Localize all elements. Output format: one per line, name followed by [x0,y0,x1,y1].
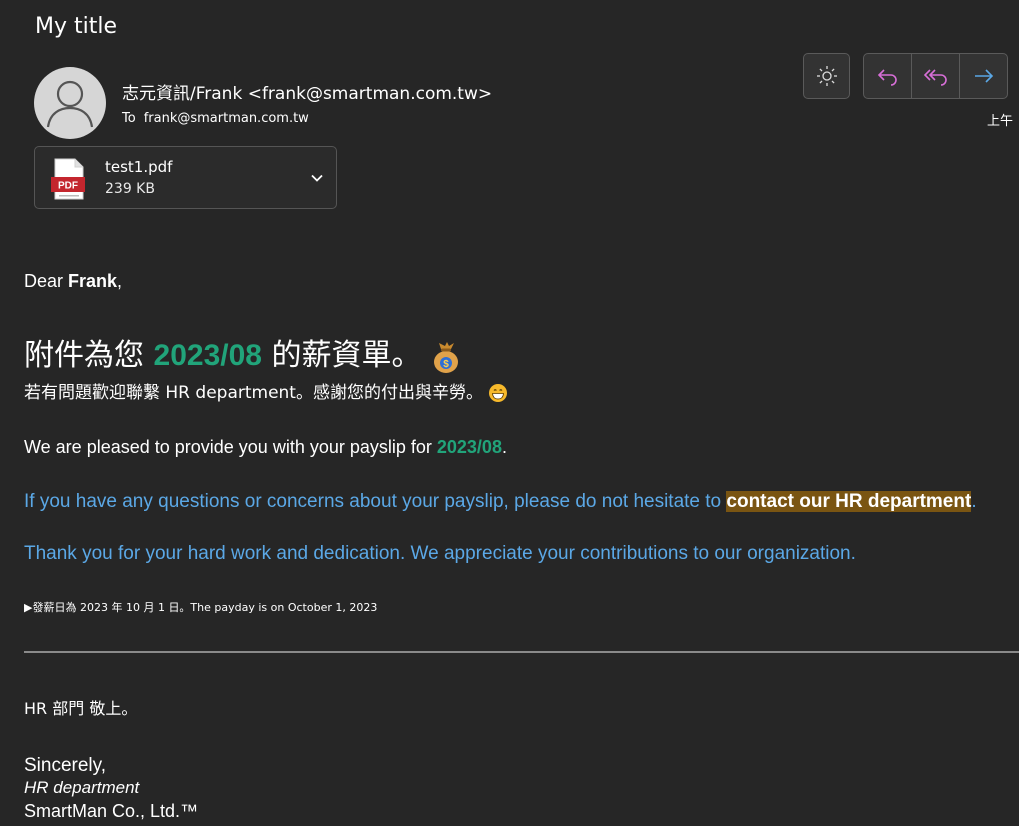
reply-button-group [863,53,1008,99]
chevron-down-icon[interactable] [310,171,324,185]
payslip-sentence-suffix: . [501,437,507,457]
grinning-face-icon [489,384,508,402]
hr-signoff-zh: HR 部門 敬上。 [24,699,138,718]
recipient-line: To frank@smartman.com.tw [122,111,309,126]
contact-paragraph: If you have any questions or concerns ab… [24,489,1009,515]
greeting-prefix: Dear [24,271,69,291]
payslip-sentence: We are pleased to provide you with your … [24,437,507,458]
headline-suffix: 的薪資單。 [262,338,422,373]
to-label: To [122,111,136,126]
money-bag-icon: $ [434,342,459,373]
contact-text: If you have any questions or concerns ab… [24,491,727,512]
divider [24,651,1019,653]
avatar[interactable] [34,67,106,139]
payday-text: 發薪日為 2023 年 10 月 1 日。The payday is on Oc… [32,601,378,614]
pdf-badge: PDF [58,181,78,192]
signature-department: HR department [24,778,140,797]
reply-all-icon [923,69,947,86]
forward-button[interactable] [960,54,1007,98]
forward-icon [974,69,993,83]
payslip-sentence-prefix: We are pleased to provide you with your … [24,437,437,457]
chinese-note-text: 若有問題歡迎聯繫 HR department。感謝您的付出與辛勞。 [24,383,483,403]
payslip-headline: 附件為您 2023/08 的薪資單。 $ [24,330,461,374]
greeting: Dear Frank, [24,271,122,292]
sun-icon [816,66,837,86]
person-icon [46,80,94,128]
contact-hr-link[interactable]: contact our HR department [726,491,972,512]
payday-note: ▶發薪日為 2023 年 10 月 1 日。The payday is on O… [24,599,377,615]
theme-toggle-button[interactable] [803,53,850,99]
payslip-period: 2023/08 [436,437,502,457]
window-title: My title [35,14,118,39]
chinese-note: 若有問題歡迎聯繫 HR department。感謝您的付出與辛勞。 [24,378,508,403]
attachment-filename: test1.pdf [105,158,173,176]
attachment-card[interactable]: PDF test1.pdf 239 KB [34,146,337,209]
received-time: 上午 [987,114,1014,129]
headline-period: 2023/08 [153,339,262,372]
thanks-paragraph: Thank you for your hard work and dedicat… [24,543,856,564]
attachment-size: 239 KB [105,181,155,197]
reply-all-button[interactable] [912,54,960,98]
recipient-address[interactable]: frank@smartman.com.tw [144,111,309,126]
reply-icon [877,69,897,86]
headline-prefix: 附件為您 [24,338,154,373]
greeting-name: Frank [68,271,118,291]
contact-suffix: . [971,491,977,512]
pdf-file-icon: PDF [51,158,85,200]
signature-company: SmartMan Co., Ltd.™ [24,801,199,821]
svg-text:$: $ [443,359,449,370]
reply-button[interactable] [864,54,912,98]
signoff: Sincerely, [24,755,107,776]
sender-address[interactable]: 志元資訊/Frank <frank@smartman.com.tw> [122,79,492,104]
greeting-suffix: , [117,271,123,291]
